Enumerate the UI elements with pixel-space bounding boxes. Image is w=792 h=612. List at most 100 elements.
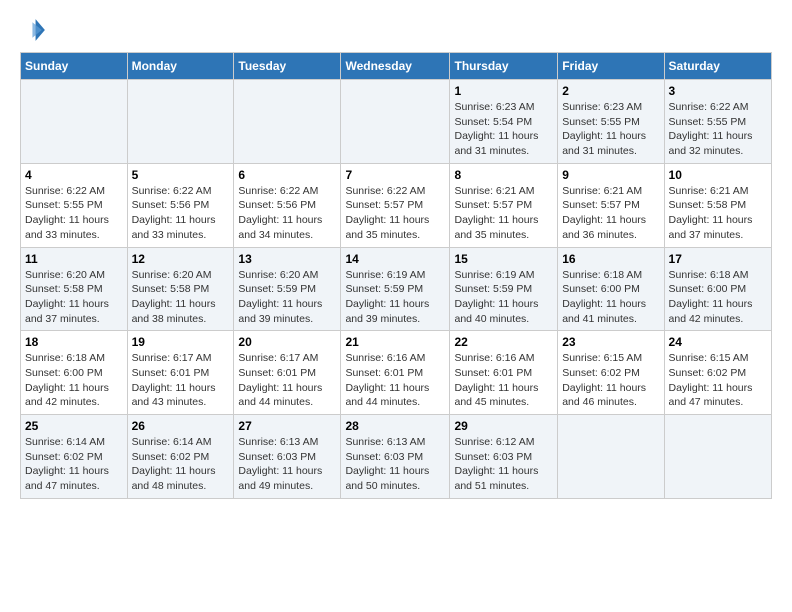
- day-number: 1: [454, 84, 553, 98]
- calendar-cell: 13 Sunrise: 6:20 AMSunset: 5:59 PMDayligh…: [234, 247, 341, 331]
- day-detail: Sunrise: 6:16 AMSunset: 6:01 PMDaylight:…: [345, 351, 445, 410]
- calendar-cell: 11 Sunrise: 6:20 AMSunset: 5:58 PMDayligh…: [21, 247, 128, 331]
- day-detail: Sunrise: 6:19 AMSunset: 5:59 PMDaylight:…: [345, 268, 445, 327]
- calendar-cell: [21, 80, 128, 164]
- day-number: 23: [562, 335, 659, 349]
- day-number: 18: [25, 335, 123, 349]
- header-tuesday: Tuesday: [234, 53, 341, 80]
- calendar-cell: [664, 415, 771, 499]
- calendar-cell: 8Sunrise: 6:21 AMSunset: 5:57 PMDaylight…: [450, 163, 558, 247]
- day-detail: Sunrise: 6:15 AMSunset: 6:02 PMDaylight:…: [562, 351, 659, 410]
- day-number: 17: [669, 252, 767, 266]
- day-number: 12: [132, 252, 230, 266]
- day-detail: Sunrise: 6:16 AMSunset: 6:01 PMDaylight:…: [454, 351, 553, 410]
- day-detail: Sunrise: 6:23 AMSunset: 5:55 PMDaylight:…: [562, 100, 659, 159]
- day-number: 29: [454, 419, 553, 433]
- calendar-cell: 10 Sunrise: 6:21 AMSunset: 5:58 PMDayligh…: [664, 163, 771, 247]
- calendar-cell: 16 Sunrise: 6:18 AMSunset: 6:00 PMDayligh…: [558, 247, 664, 331]
- day-detail: Sunrise: 6:22 AMSunset: 5:56 PMDaylight:…: [132, 184, 230, 243]
- calendar-cell: 4 Sunrise: 6:22 AMSunset: 5:55 PMDaylight…: [21, 163, 128, 247]
- day-detail: Sunrise: 6:22 AMSunset: 5:55 PMDaylight:…: [25, 184, 123, 243]
- calendar-cell: 23 Sunrise: 6:15 AMSunset: 6:02 PMDayligh…: [558, 331, 664, 415]
- day-detail: Sunrise: 6:20 AMSunset: 5:58 PMDaylight:…: [132, 268, 230, 327]
- calendar-header-row: SundayMondayTuesdayWednesdayThursdayFrid…: [21, 53, 772, 80]
- day-number: 6: [238, 168, 336, 182]
- calendar-cell: 19 Sunrise: 6:17 AMSunset: 6:01 PMDayligh…: [127, 331, 234, 415]
- calendar-cell: [341, 80, 450, 164]
- day-number: 15: [454, 252, 553, 266]
- header-thursday: Thursday: [450, 53, 558, 80]
- day-detail: Sunrise: 6:20 AMSunset: 5:59 PMDaylight:…: [238, 268, 336, 327]
- header-wednesday: Wednesday: [341, 53, 450, 80]
- calendar-cell: 18 Sunrise: 6:18 AMSunset: 6:00 PMDayligh…: [21, 331, 128, 415]
- week-row-2: 4 Sunrise: 6:22 AMSunset: 5:55 PMDaylight…: [21, 163, 772, 247]
- day-detail: Sunrise: 6:17 AMSunset: 6:01 PMDaylight:…: [132, 351, 230, 410]
- day-detail: Sunrise: 6:17 AMSunset: 6:01 PMDaylight:…: [238, 351, 336, 410]
- header-sunday: Sunday: [21, 53, 128, 80]
- calendar-cell: 29 Sunrise: 6:12 AMSunset: 6:03 PMDayligh…: [450, 415, 558, 499]
- day-number: 25: [25, 419, 123, 433]
- calendar-cell: 7 Sunrise: 6:22 AMSunset: 5:57 PMDaylight…: [341, 163, 450, 247]
- calendar-cell: 1 Sunrise: 6:23 AMSunset: 5:54 PMDaylight…: [450, 80, 558, 164]
- day-detail: Sunrise: 6:12 AMSunset: 6:03 PMDaylight:…: [454, 435, 553, 494]
- day-detail: Sunrise: 6:18 AMSunset: 6:00 PMDaylight:…: [562, 268, 659, 327]
- day-detail: Sunrise: 6:15 AMSunset: 6:02 PMDaylight:…: [669, 351, 767, 410]
- day-detail: Sunrise: 6:23 AMSunset: 5:54 PMDaylight:…: [454, 100, 553, 159]
- logo: [20, 16, 52, 44]
- day-number: 14: [345, 252, 445, 266]
- day-detail: Sunrise: 6:21 AMSunset: 5:57 PMDaylight:…: [562, 184, 659, 243]
- day-number: 10: [669, 168, 767, 182]
- page-header: [20, 16, 772, 44]
- day-detail: Sunrise: 6:20 AMSunset: 5:58 PMDaylight:…: [25, 268, 123, 327]
- day-detail: Sunrise: 6:19 AMSunset: 5:59 PMDaylight:…: [454, 268, 553, 327]
- calendar-cell: 12 Sunrise: 6:20 AMSunset: 5:58 PMDayligh…: [127, 247, 234, 331]
- day-detail: Sunrise: 6:22 AMSunset: 5:56 PMDaylight:…: [238, 184, 336, 243]
- day-detail: Sunrise: 6:18 AMSunset: 6:00 PMDaylight:…: [669, 268, 767, 327]
- calendar-cell: [558, 415, 664, 499]
- calendar-cell: 24 Sunrise: 6:15 AMSunset: 6:02 PMDayligh…: [664, 331, 771, 415]
- calendar-cell: 27 Sunrise: 6:13 AMSunset: 6:03 PMDayligh…: [234, 415, 341, 499]
- day-number: 11: [25, 252, 123, 266]
- calendar-cell: 26Sunrise: 6:14 AMSunset: 6:02 PMDayligh…: [127, 415, 234, 499]
- day-number: 4: [25, 168, 123, 182]
- day-number: 21: [345, 335, 445, 349]
- header-saturday: Saturday: [664, 53, 771, 80]
- week-row-3: 11 Sunrise: 6:20 AMSunset: 5:58 PMDayligh…: [21, 247, 772, 331]
- day-number: 19: [132, 335, 230, 349]
- day-number: 27: [238, 419, 336, 433]
- calendar-cell: 25 Sunrise: 6:14 AMSunset: 6:02 PMDayligh…: [21, 415, 128, 499]
- day-detail: Sunrise: 6:22 AMSunset: 5:57 PMDaylight:…: [345, 184, 445, 243]
- calendar-cell: 9 Sunrise: 6:21 AMSunset: 5:57 PMDaylight…: [558, 163, 664, 247]
- header-monday: Monday: [127, 53, 234, 80]
- day-detail: Sunrise: 6:13 AMSunset: 6:03 PMDaylight:…: [238, 435, 336, 494]
- day-number: 9: [562, 168, 659, 182]
- header-friday: Friday: [558, 53, 664, 80]
- calendar-cell: 15 Sunrise: 6:19 AMSunset: 5:59 PMDayligh…: [450, 247, 558, 331]
- day-detail: Sunrise: 6:22 AMSunset: 5:55 PMDaylight:…: [669, 100, 767, 159]
- day-detail: Sunrise: 6:18 AMSunset: 6:00 PMDaylight:…: [25, 351, 123, 410]
- day-number: 7: [345, 168, 445, 182]
- calendar-cell: [127, 80, 234, 164]
- week-row-1: 1 Sunrise: 6:23 AMSunset: 5:54 PMDaylight…: [21, 80, 772, 164]
- day-number: 22: [454, 335, 553, 349]
- calendar-cell: 5Sunrise: 6:22 AMSunset: 5:56 PMDaylight…: [127, 163, 234, 247]
- day-number: 13: [238, 252, 336, 266]
- day-detail: Sunrise: 6:21 AMSunset: 5:57 PMDaylight:…: [454, 184, 553, 243]
- calendar-table: SundayMondayTuesdayWednesdayThursdayFrid…: [20, 52, 772, 499]
- week-row-4: 18 Sunrise: 6:18 AMSunset: 6:00 PMDayligh…: [21, 331, 772, 415]
- calendar-cell: 14 Sunrise: 6:19 AMSunset: 5:59 PMDayligh…: [341, 247, 450, 331]
- day-number: 20: [238, 335, 336, 349]
- calendar-cell: 22 Sunrise: 6:16 AMSunset: 6:01 PMDayligh…: [450, 331, 558, 415]
- day-number: 28: [345, 419, 445, 433]
- day-detail: Sunrise: 6:21 AMSunset: 5:58 PMDaylight:…: [669, 184, 767, 243]
- logo-icon: [20, 16, 48, 44]
- day-number: 16: [562, 252, 659, 266]
- day-detail: Sunrise: 6:14 AMSunset: 6:02 PMDaylight:…: [132, 435, 230, 494]
- calendar-cell: 20 Sunrise: 6:17 AMSunset: 6:01 PMDayligh…: [234, 331, 341, 415]
- calendar-cell: 28Sunrise: 6:13 AMSunset: 6:03 PMDayligh…: [341, 415, 450, 499]
- calendar-cell: [234, 80, 341, 164]
- calendar-cell: 21 Sunrise: 6:16 AMSunset: 6:01 PMDayligh…: [341, 331, 450, 415]
- calendar-cell: 6 Sunrise: 6:22 AMSunset: 5:56 PMDaylight…: [234, 163, 341, 247]
- day-detail: Sunrise: 6:14 AMSunset: 6:02 PMDaylight:…: [25, 435, 123, 494]
- day-number: 24: [669, 335, 767, 349]
